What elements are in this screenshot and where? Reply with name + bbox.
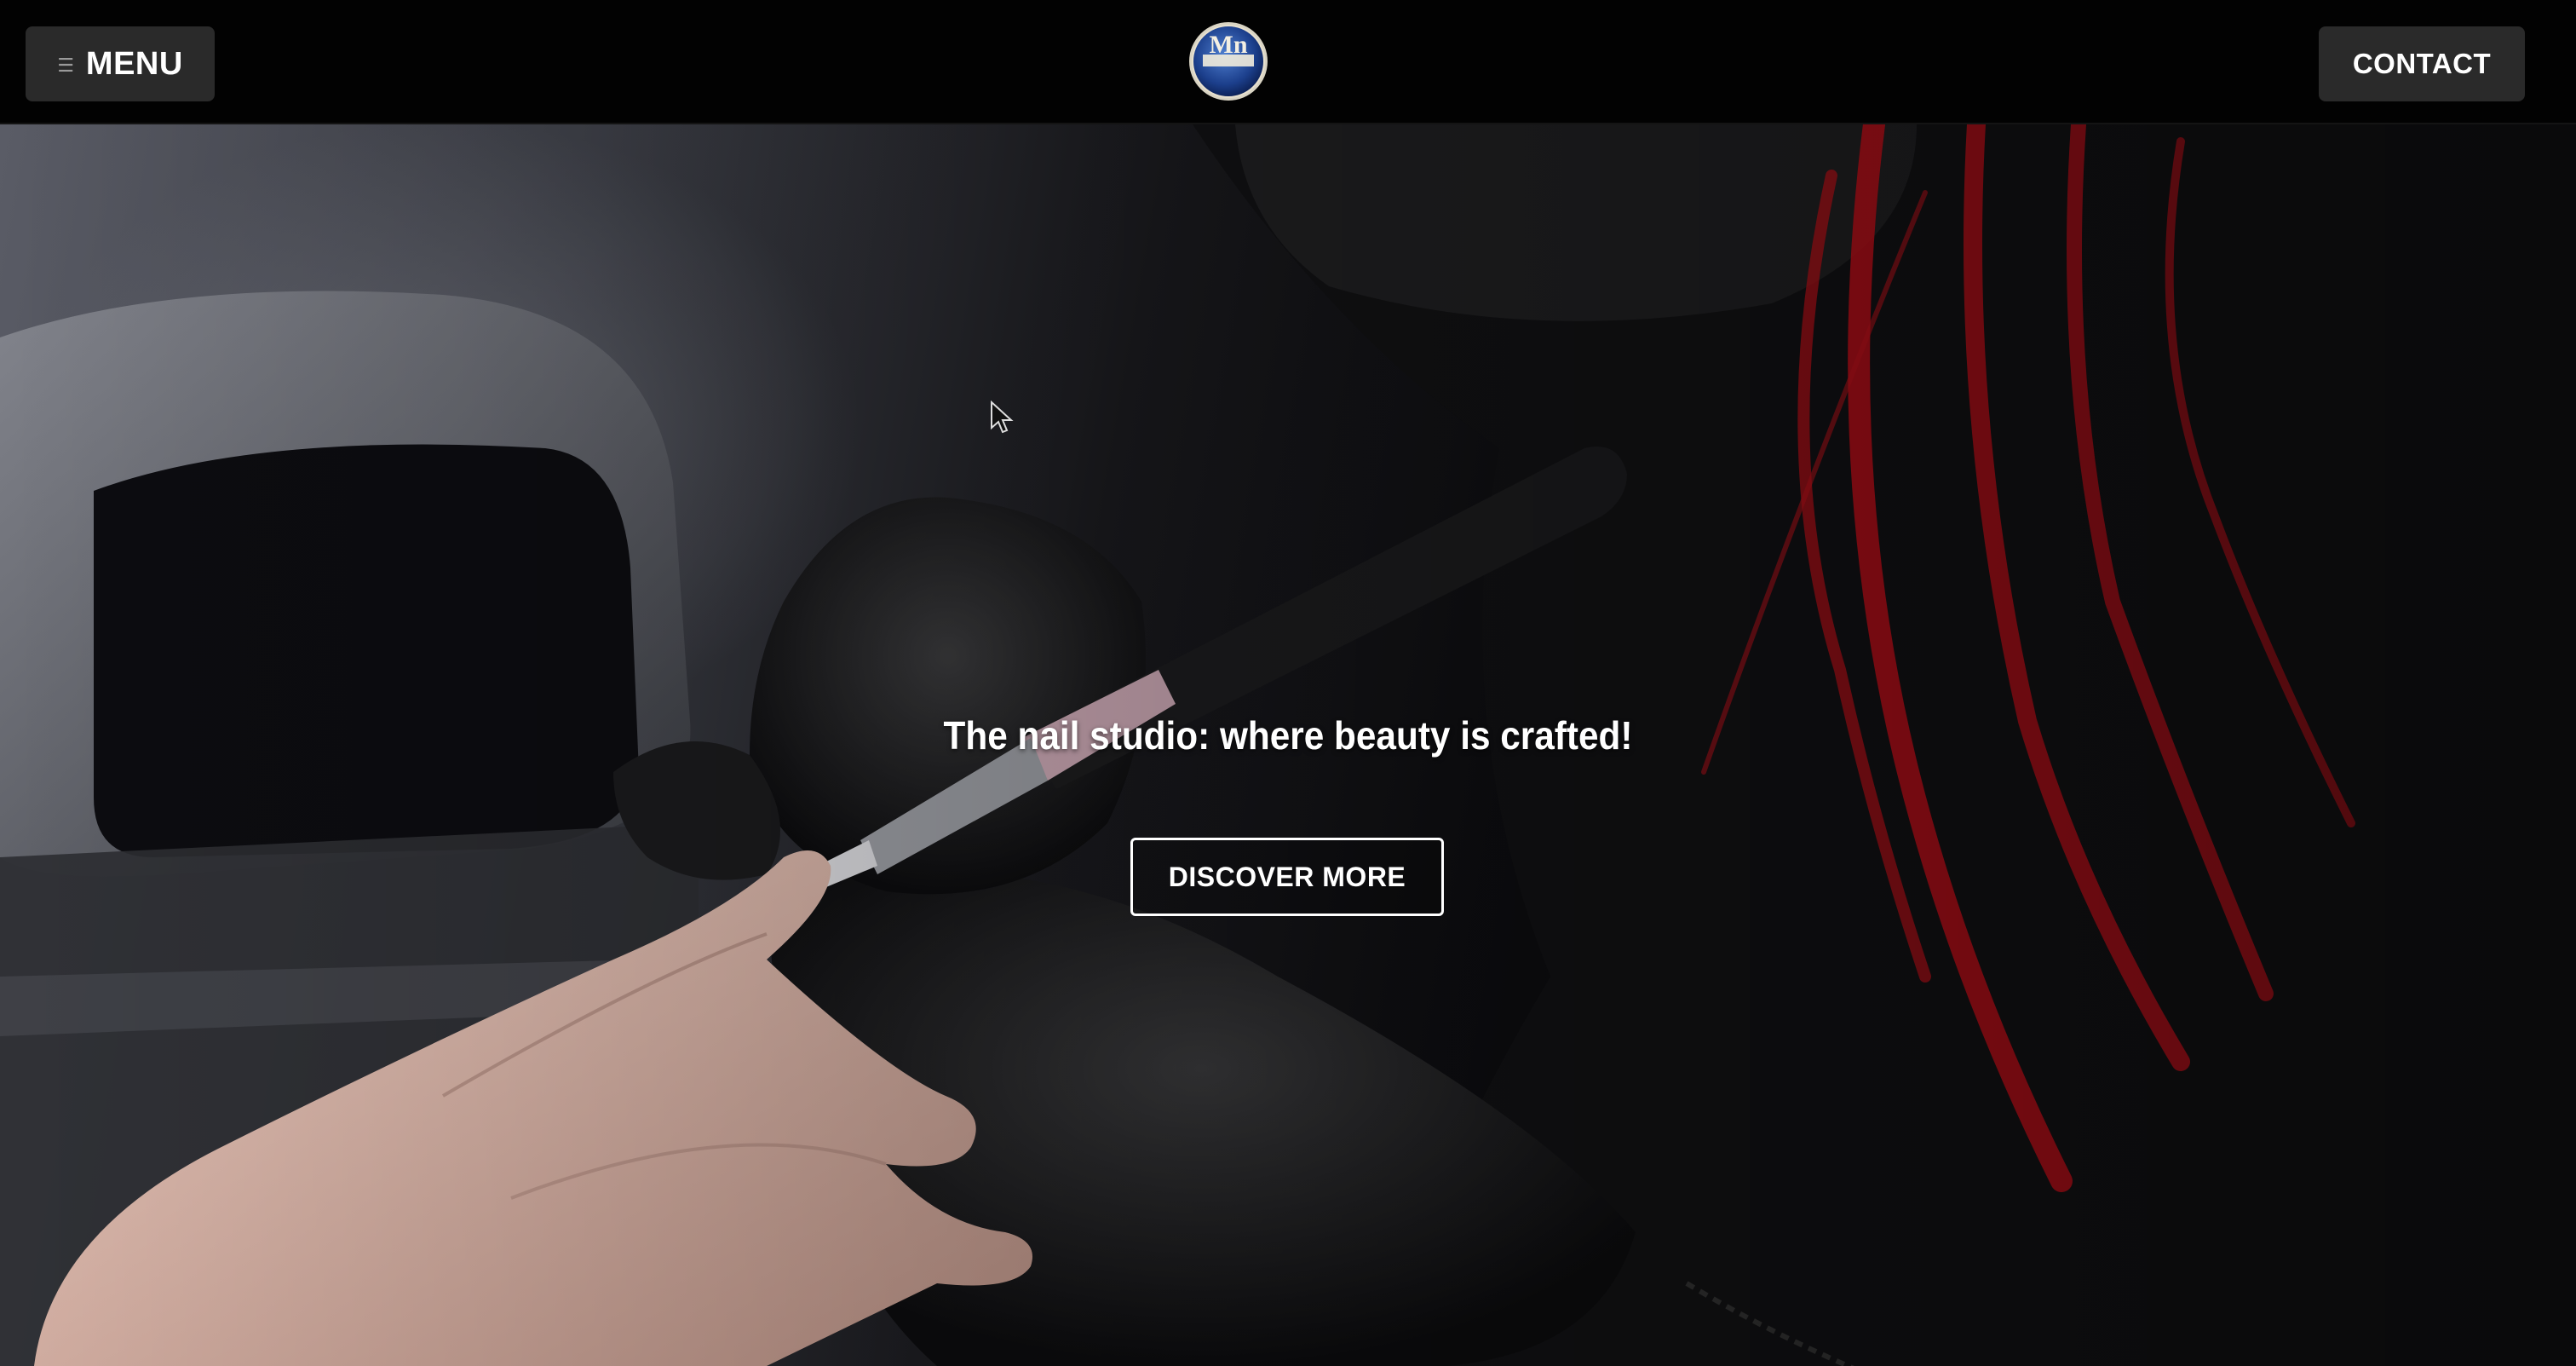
site-logo[interactable]: Mn [1187,20,1269,102]
page: ☰ MENU Mn CONTACT The nail studio: where… [0,0,2576,1366]
contact-button[interactable]: CONTACT [2319,26,2525,101]
discover-more-button[interactable]: DISCOVER MORE [1130,838,1444,916]
hero-section: The nail studio: where beauty is crafted… [0,124,2576,1366]
menu-button[interactable]: ☰ MENU [26,26,215,101]
logo-seal-icon: Mn [1189,22,1268,101]
svg-text:Mn: Mn [1210,31,1248,59]
mouse-pointer-icon [991,401,1014,434]
hamburger-icon: ☰ [57,55,74,77]
menu-label: MENU [85,45,183,82]
hero-title: The nail studio: where beauty is crafted… [943,713,1633,758]
site-header: ☰ MENU Mn CONTACT [0,0,2576,124]
